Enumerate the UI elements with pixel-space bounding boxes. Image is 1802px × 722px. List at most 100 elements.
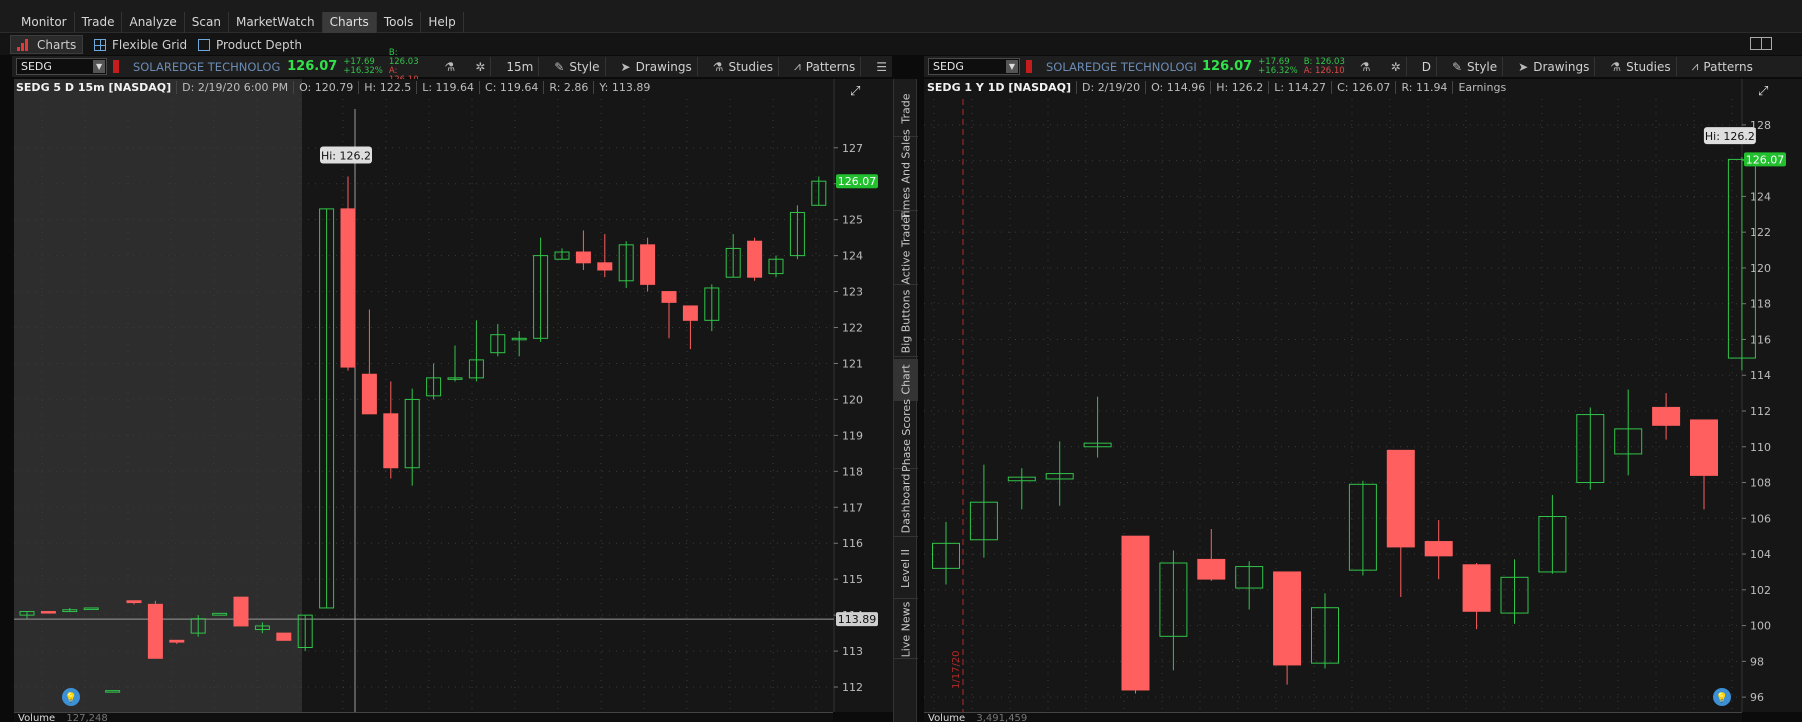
bar-chart-icon bbox=[17, 38, 31, 51]
side-tab-label: Trade bbox=[899, 93, 913, 124]
right-drawings-button[interactable]: ➤ Drawings bbox=[1513, 57, 1596, 76]
candle-down bbox=[1424, 541, 1453, 557]
right-info-cell: L: 114.27 bbox=[1268, 81, 1331, 94]
candle-down bbox=[1121, 535, 1150, 691]
y-tick-label: 124 bbox=[842, 250, 863, 263]
tab-charts-label: Charts bbox=[37, 37, 77, 52]
right-style-label: Style bbox=[1467, 59, 1498, 74]
settings-button[interactable]: ✲ bbox=[470, 57, 492, 76]
candle-down bbox=[1197, 558, 1226, 580]
side-tab-live-news[interactable]: Live News bbox=[894, 601, 918, 659]
tab-charts[interactable]: Charts bbox=[10, 35, 84, 54]
menu-item-scan[interactable]: Scan bbox=[185, 12, 229, 33]
left-info-cell: H: 122.5 bbox=[358, 81, 416, 94]
y-tick-label: 121 bbox=[842, 357, 863, 370]
left-volume-value: 127,248 bbox=[66, 713, 108, 722]
grid-icon bbox=[94, 38, 106, 51]
side-tab-dashboard[interactable]: Dashboard bbox=[894, 471, 918, 537]
left-drawings-button[interactable]: ➤ Drawings bbox=[616, 57, 698, 76]
menu-item-trade[interactable]: Trade bbox=[75, 12, 123, 33]
tab-flexible-grid[interactable]: Flexible Grid bbox=[88, 35, 193, 54]
hamburger-icon: ☰ bbox=[876, 59, 887, 74]
main-menu-bar: Monitor Trade Analyze Scan MarketWatch Charts… bbox=[0, 0, 1802, 33]
y-tick-label: 114 bbox=[1750, 369, 1771, 382]
left-drawings-label: Drawings bbox=[635, 59, 692, 74]
flask-button[interactable]: ⚗ bbox=[1355, 57, 1376, 76]
left-studies-label: Studies bbox=[728, 59, 773, 74]
side-tab-big-buttons[interactable]: Big Buttons bbox=[894, 287, 918, 357]
side-tab-phase-scores[interactable]: Phase Scores bbox=[894, 399, 918, 472]
y-tick-label: 120 bbox=[1750, 262, 1771, 275]
right-info-cell: Earnings bbox=[1452, 81, 1511, 94]
crosshair-price-tag: 113.89 bbox=[838, 613, 877, 626]
layout-toggle-icon[interactable] bbox=[1750, 37, 1772, 50]
right-drawings-label: Drawings bbox=[1533, 59, 1590, 74]
lightbulb-glyph: 💡 bbox=[65, 691, 77, 704]
side-tab-label: Big Buttons bbox=[899, 289, 913, 354]
side-tab-level-ii[interactable]: Level II bbox=[894, 539, 918, 599]
tab-product-depth-label: Product Depth bbox=[216, 37, 302, 52]
menu-item-analyze[interactable]: Analyze bbox=[122, 12, 185, 33]
side-tab-chart[interactable]: Chart bbox=[894, 359, 918, 401]
menu-item-monitor[interactable]: Monitor bbox=[14, 12, 75, 33]
right-timeframe-button[interactable]: D bbox=[1417, 57, 1437, 76]
menu-item-help[interactable]: Help bbox=[421, 12, 464, 33]
candle-down bbox=[1690, 419, 1718, 476]
left-info-cell: R: 2.86 bbox=[543, 81, 593, 94]
tab-product-depth[interactable]: Product Depth bbox=[192, 35, 308, 54]
candle-down bbox=[361, 373, 377, 415]
event-marker-date: 1/17/20 bbox=[951, 650, 962, 689]
left-chart-panel[interactable]: 1121131141151161171181191201211221231241… bbox=[14, 79, 893, 712]
candle-down bbox=[747, 240, 763, 278]
settings-button[interactable]: ✲ bbox=[1386, 57, 1407, 76]
patterns-icon: ⩘ bbox=[794, 59, 801, 73]
right-chart-panel[interactable]: 96 98 100 102 104 106 108 110 112 114 116 118 120 122… bbox=[924, 79, 1802, 712]
menu-item-marketwatch[interactable]: MarketWatch bbox=[229, 12, 323, 33]
chevron-down-icon[interactable]: ▼ bbox=[1006, 60, 1018, 73]
y-tick-label: 115 bbox=[842, 573, 863, 586]
patterns-icon: ⩘ bbox=[1691, 59, 1699, 73]
flask-icon: ⚗ bbox=[1359, 59, 1371, 74]
right-volume-label: Volume bbox=[928, 713, 966, 722]
left-symbol-input[interactable]: SEDG ▼ bbox=[16, 58, 108, 75]
right-studies-button[interactable]: ⚗ Studies bbox=[1605, 57, 1677, 76]
side-tab-label: Level II bbox=[899, 548, 913, 589]
right-symbol-value: SEDG bbox=[933, 60, 964, 73]
left-info-cell: D: 2/19/20 6:00 PM bbox=[176, 81, 293, 94]
chevron-down-icon[interactable]: ▼ bbox=[93, 60, 106, 73]
right-candlestick-chart[interactable]: 96 98 100 102 104 106 108 110 112 114 116 118 120 122… bbox=[924, 79, 1802, 712]
flag-icon[interactable] bbox=[1026, 60, 1032, 73]
flag-icon[interactable] bbox=[113, 60, 119, 73]
y-tick-label: 117 bbox=[842, 501, 863, 514]
right-change: +17.69 +16.32% bbox=[1258, 57, 1298, 76]
right-ask: A: 126.10 bbox=[1303, 65, 1345, 76]
left-change-pct: +16.32% bbox=[343, 65, 383, 76]
right-patterns-button[interactable]: ⩘ Patterns bbox=[1687, 57, 1758, 76]
left-patterns-button[interactable]: ⩘ Patterns bbox=[789, 57, 862, 76]
flask-button[interactable]: ⚗ bbox=[440, 57, 461, 76]
right-style-button[interactable]: ✎ Style bbox=[1447, 57, 1504, 76]
right-volume-value: 3,491,459 bbox=[976, 713, 1028, 722]
side-tab-times-and-sales[interactable]: Times And Sales bbox=[894, 129, 918, 220]
style-icon: ✎ bbox=[1451, 59, 1462, 74]
last-price-tag: 126.07 bbox=[1746, 153, 1785, 166]
side-tab-active-trader[interactable]: Active Trader bbox=[894, 212, 918, 285]
right-symbol-input[interactable]: SEDG ▼ bbox=[928, 58, 1020, 75]
left-studies-button[interactable]: ⚗ Studies bbox=[708, 57, 779, 76]
right-studies-label: Studies bbox=[1626, 59, 1671, 74]
left-timeframe-button[interactable]: 15m bbox=[501, 57, 540, 76]
side-tab-label: Times And Sales bbox=[899, 129, 913, 220]
menu-item-charts[interactable]: Charts bbox=[322, 12, 377, 33]
side-tab-label: Phase Scores bbox=[899, 399, 913, 472]
y-tick-label: 116 bbox=[842, 537, 863, 550]
left-style-button[interactable]: ✎ Style bbox=[549, 57, 606, 76]
menu-item-tools[interactable]: Tools bbox=[377, 12, 422, 33]
hi-label: Hi: 126.2 bbox=[321, 150, 371, 163]
style-icon: ✎ bbox=[554, 59, 565, 74]
flask-icon: ⚗ bbox=[712, 59, 724, 74]
left-company-name: SOLAREDGE TECHNOLOGIE... bbox=[132, 59, 281, 74]
left-candlestick-chart[interactable]: 1121131141151161171181191201211221231241… bbox=[14, 79, 893, 712]
left-patterns-label: Patterns bbox=[805, 59, 856, 74]
left-menu-button[interactable]: ☰ bbox=[871, 57, 892, 76]
right-last-price: 126.07 bbox=[1202, 59, 1253, 74]
